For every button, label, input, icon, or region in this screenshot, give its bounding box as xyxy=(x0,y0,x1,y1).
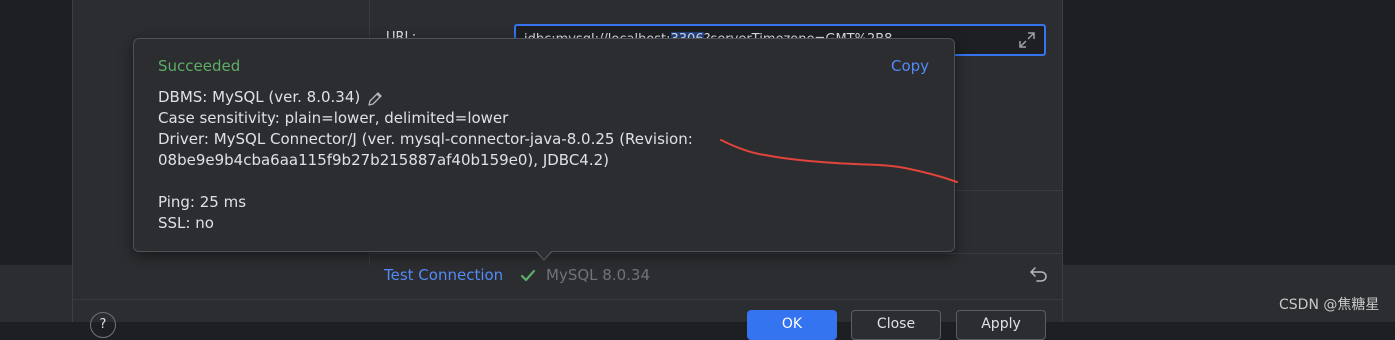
background-right xyxy=(1063,0,1395,265)
dbms-info: DBMS: MySQL (ver. 8.0.34) xyxy=(158,88,361,106)
form-divider xyxy=(956,190,1062,191)
ssl-info: SSL: no xyxy=(158,214,214,232)
apply-button[interactable]: Apply xyxy=(956,310,1046,340)
driver-info: Driver: MySQL Connector/J (ver. mysql-co… xyxy=(158,130,693,148)
check-icon xyxy=(519,267,537,285)
red-annotation-scribble xyxy=(720,139,958,183)
expand-icon[interactable] xyxy=(1018,31,1036,49)
button-bar-divider xyxy=(73,299,1062,300)
case-sensitivity-info: Case sensitivity: plain=lower, delimited… xyxy=(158,109,509,127)
background-left-bottom xyxy=(0,265,72,322)
popup-title: Succeeded xyxy=(158,57,241,75)
ping-info: Ping: 25 ms xyxy=(158,193,247,211)
watermark: CSDN @焦糖星 xyxy=(1279,297,1380,313)
pencil-icon xyxy=(366,90,384,108)
background-left xyxy=(0,0,72,265)
ok-button[interactable]: OK xyxy=(747,310,837,340)
undo-icon[interactable] xyxy=(1029,264,1049,284)
driver-info-continued: 08be9e9b4cba6aa115f9b27b215887af40b159e0… xyxy=(158,151,610,169)
test-connection-version: MySQL 8.0.34 xyxy=(546,266,650,284)
help-button[interactable]: ? xyxy=(90,312,116,338)
close-button[interactable]: Close xyxy=(851,310,941,340)
form-divider-bottom xyxy=(370,253,1062,254)
copy-link[interactable]: Copy xyxy=(891,57,929,75)
test-connection-link[interactable]: Test Connection xyxy=(384,266,503,284)
popup-pointer-inner xyxy=(536,250,552,259)
